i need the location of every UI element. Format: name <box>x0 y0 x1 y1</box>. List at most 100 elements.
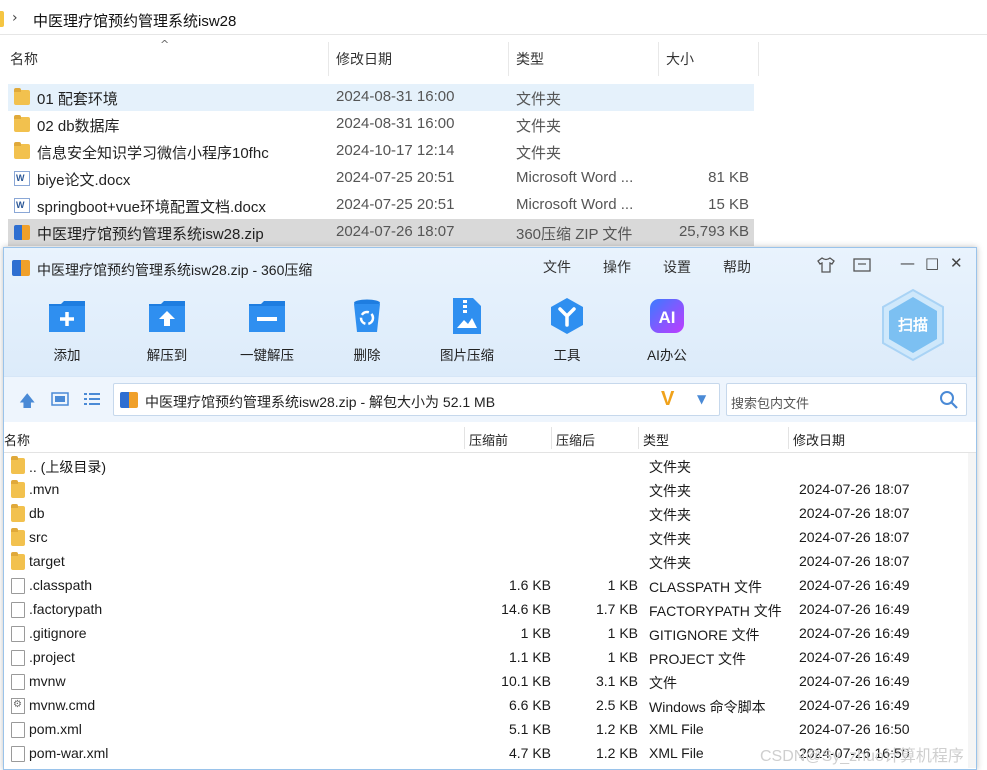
column-divider[interactable] <box>788 427 789 449</box>
list-item[interactable]: 02 db数据库 2024-08-31 16:00 文件夹 <box>8 111 754 138</box>
folder-icon <box>11 528 25 546</box>
file-explorer: › 中医理疗馆预约管理系统isw28 ^ 名称 修改日期 类型 大小 01 配套… <box>0 0 987 250</box>
address-bar[interactable]: › 中医理疗馆预约管理系统isw28 <box>0 4 987 35</box>
archive-path-field[interactable]: 中医理疗馆预约管理系统isw28.zip - 解包大小为 52.1 MB V ▼ <box>113 383 720 416</box>
list-item[interactable]: 信息安全知识学习微信小程序10fhc 2024-10-17 12:14 文件夹 <box>8 138 754 165</box>
file-type: Microsoft Word ... <box>516 196 634 213</box>
skin-shirt-icon[interactable] <box>817 257 835 273</box>
extract-to-icon <box>149 301 185 332</box>
table-row[interactable]: target 文件夹 2024-07-26 18:07 <box>4 550 976 574</box>
size-after: 1.2 KB <box>595 745 638 761</box>
file-type: Microsoft Word ... <box>516 169 634 186</box>
column-date[interactable]: 修改日期 <box>793 430 845 449</box>
table-row[interactable]: .classpath 1.6 KB 1 KB CLASSPATH 文件 2024-07-… <box>4 574 976 598</box>
size-before: 5.1 KB <box>508 721 551 737</box>
file-name: .factorypath <box>29 601 103 617</box>
list-item[interactable]: biye论文.docx 2024-07-25 20:51 Microsoft W… <box>8 165 754 192</box>
column-date[interactable]: 修改日期 <box>328 42 508 76</box>
table-row[interactable]: src 文件夹 2024-07-26 18:07 <box>4 526 976 550</box>
table-row[interactable]: .mvn 文件夹 2024-07-26 18:07 <box>4 478 976 502</box>
search-icon[interactable] <box>939 390 959 410</box>
close-icon[interactable]: ✕ <box>950 254 963 272</box>
table-row[interactable]: .project 1.1 KB 1 KB PROJECT 文件 2024-07-26 1… <box>4 646 976 670</box>
size-after: 1.2 KB <box>595 721 638 737</box>
column-type[interactable]: 类型 <box>508 42 658 76</box>
column-type[interactable]: 类型 <box>643 430 669 449</box>
size-after: 1 KB <box>607 577 638 593</box>
delete-button[interactable]: 删除 <box>327 296 407 366</box>
table-row[interactable]: db 文件夹 2024-07-26 18:07 <box>4 502 976 526</box>
file-name: mvnw <box>29 673 66 689</box>
delete-label: 删除 <box>353 348 381 363</box>
folder-icon <box>11 480 25 498</box>
file-date: 2024-08-31 16:00 <box>336 115 455 132</box>
file-name: 信息安全知识学习微信小程序10fhc <box>37 145 269 162</box>
menu-settings[interactable]: 设置 <box>663 257 691 277</box>
file-type: PROJECT 文件 <box>649 651 746 667</box>
one-click-extract-button[interactable]: 一键解压 <box>227 296 307 366</box>
column-divider[interactable] <box>464 427 465 449</box>
add-button[interactable]: 添加 <box>27 296 107 366</box>
folder-icon <box>11 552 25 570</box>
table-row[interactable]: mvnw 10.1 KB 3.1 KB 文件 2024-07-26 16:49 <box>4 670 976 694</box>
divider <box>0 34 987 35</box>
chevron-right-icon[interactable]: › <box>12 10 18 26</box>
column-size-after[interactable]: 压缩后 <box>556 430 595 449</box>
menu-operation[interactable]: 操作 <box>603 257 631 277</box>
maximize-icon[interactable]: □ <box>925 254 939 272</box>
file-icon <box>11 602 25 618</box>
column-divider[interactable] <box>551 427 552 449</box>
image-compress-label: 图片压缩 <box>440 348 494 363</box>
file-type: 文件夹 <box>649 555 691 571</box>
feedback-icon[interactable] <box>853 258 871 273</box>
menu-help[interactable]: 帮助 <box>723 257 751 277</box>
image-compress-button[interactable]: 图片压缩 <box>427 296 507 366</box>
v-logo-icon[interactable]: V <box>661 388 674 411</box>
file-type: 文件 <box>649 675 677 691</box>
scan-label: 扫描 <box>897 317 928 334</box>
watermark: CSDN@Sy_zhuo计算机程序 <box>760 748 964 765</box>
list-item-selected[interactable]: 中医理疗馆预约管理系统isw28.zip 2024-07-26 18:07 36… <box>8 219 754 246</box>
list-item[interactable]: springboot+vue环境配置文档.docx 2024-07-25 20:… <box>8 192 754 219</box>
menu-file[interactable]: 文件 <box>543 257 571 277</box>
table-row[interactable]: .. (上级目录) 文件夹 <box>4 454 976 478</box>
file-icon <box>11 674 25 690</box>
delete-icon <box>354 299 380 332</box>
table-row[interactable]: .gitignore 1 KB 1 KB GITIGNORE 文件 2024-07-26… <box>4 622 976 646</box>
table-row[interactable]: mvnw.cmd 6.6 KB 2.5 KB Windows 命令脚本 2024-07-… <box>4 694 976 718</box>
up-arrow-icon[interactable]: 🡅 <box>19 390 35 417</box>
minimize-icon[interactable]: — <box>900 254 915 272</box>
list-view-icon[interactable] <box>83 391 101 407</box>
file-name: target <box>29 553 65 569</box>
cmd-script-icon <box>11 698 25 714</box>
scan-button[interactable]: 扫描 <box>880 288 946 362</box>
add-label: 添加 <box>53 348 81 363</box>
column-size[interactable]: 大小 <box>658 42 758 76</box>
file-type: Windows 命令脚本 <box>649 699 766 715</box>
file-icon <box>11 650 25 666</box>
table-row[interactable]: pom.xml 5.1 KB 1.2 KB XML File 2024-07-26 16… <box>4 718 976 742</box>
column-name[interactable]: 名称 <box>2 42 328 76</box>
search-in-archive-input[interactable]: 搜索包内文件 <box>726 383 967 416</box>
dropdown-arrow-icon[interactable]: ▼ <box>697 392 706 406</box>
vertical-scrollbar[interactable] <box>968 453 976 768</box>
current-path[interactable]: 中医理疗馆预约管理系统isw28 <box>33 10 236 31</box>
column-name[interactable]: 名称 <box>4 430 30 449</box>
tools-button[interactable]: 工具 <box>527 296 607 366</box>
file-date: 2024-07-26 18:07 <box>336 223 455 240</box>
zip-address-row: 🡅 中医理疗馆预约管理系统isw28.zip - 解包大小为 52.1 MB V… <box>4 376 976 422</box>
extract-to-button[interactable]: 解压到 <box>127 296 207 366</box>
column-divider[interactable] <box>758 42 759 76</box>
ai-badge-text: AI <box>659 308 676 327</box>
column-size-before[interactable]: 压缩前 <box>469 430 508 449</box>
file-date: 2024-08-31 16:00 <box>336 88 455 105</box>
archive-path-text: 中医理疗馆预约管理系统isw28.zip - 解包大小为 52.1 MB <box>145 394 496 410</box>
file-date: 2024-07-26 18:07 <box>799 505 910 521</box>
thumbnail-view-icon[interactable] <box>51 391 69 407</box>
zip-column-header: 名称 压缩前 压缩后 类型 修改日期 <box>4 423 976 453</box>
file-type: 文件夹 <box>649 531 691 547</box>
list-item[interactable]: 01 配套环境 2024-08-31 16:00 文件夹 <box>8 84 754 111</box>
ai-office-button[interactable]: AI AI办公 <box>627 296 707 366</box>
table-row[interactable]: .factorypath 14.6 KB 1.7 KB FACTORYPATH 文件 2… <box>4 598 976 622</box>
column-divider[interactable] <box>638 427 639 449</box>
